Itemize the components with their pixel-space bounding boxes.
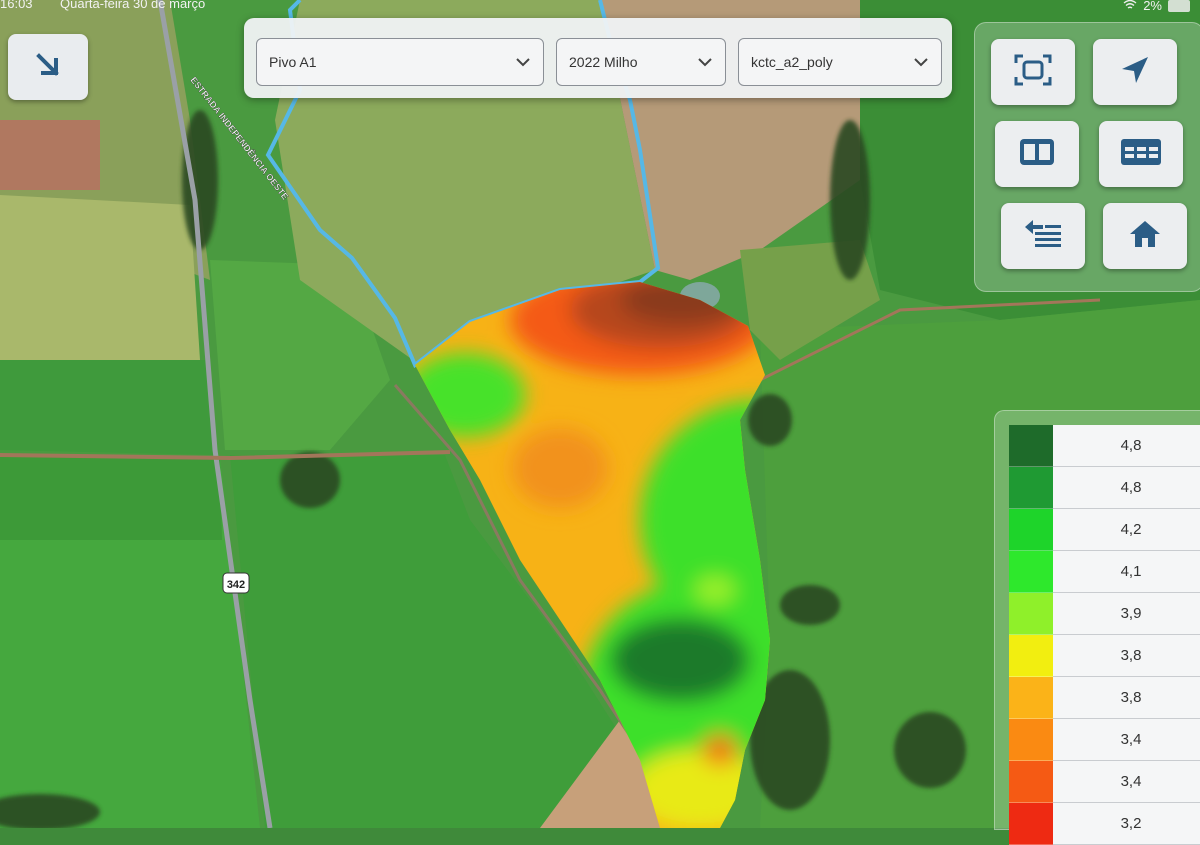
legend-value: 4,8: [1053, 467, 1200, 509]
legend-swatch: [1009, 803, 1053, 845]
legend-swatch: [1009, 593, 1053, 635]
legend-swatch: [1009, 551, 1053, 593]
legend-row: 4,8: [1009, 467, 1200, 509]
legend-swatch: [1009, 509, 1053, 551]
map-tools-panel: [974, 22, 1200, 292]
legend-row: 3,2: [1009, 803, 1200, 845]
legend-value: 3,8: [1053, 635, 1200, 677]
battery-icon: [1168, 0, 1190, 12]
svg-text:342: 342: [227, 579, 245, 591]
legend-row: 3,8: [1009, 635, 1200, 677]
home-button[interactable]: [1103, 203, 1187, 269]
legend-row: 4,1: [1009, 551, 1200, 593]
legend-row: 4,8: [1009, 425, 1200, 467]
table-icon: [1119, 136, 1163, 173]
table-view-button[interactable]: [1099, 121, 1183, 187]
season-select-value: 2022 Milho: [569, 54, 638, 70]
legend-row: 3,4: [1009, 719, 1200, 761]
legend-swatch: [1009, 719, 1053, 761]
legend-swatch: [1009, 635, 1053, 677]
legend-swatch: [1009, 761, 1053, 803]
legend-value: 4,1: [1053, 551, 1200, 593]
legend-swatch: [1009, 467, 1053, 509]
layers-list-icon: [1021, 217, 1065, 256]
split-view-button[interactable]: [995, 121, 1079, 187]
field-select-value: Pivo A1: [269, 54, 317, 70]
chevron-down-icon: [913, 54, 929, 70]
layer-select-value: kctc_a2_poly: [751, 54, 833, 70]
home-icon: [1127, 218, 1163, 255]
legend-value: 4,2: [1053, 509, 1200, 551]
status-bar: 16:03 Quarta-feira 30 de março 2%: [0, 0, 1200, 14]
fit-screen-icon: [1013, 53, 1053, 92]
chevron-down-icon: [697, 54, 713, 70]
legend-value: 3,9: [1053, 593, 1200, 635]
legend-row: 3,8: [1009, 677, 1200, 719]
field-select[interactable]: Pivo A1: [256, 38, 544, 86]
legend-swatch: [1009, 425, 1053, 467]
layer-select[interactable]: kctc_a2_poly: [738, 38, 942, 86]
road-shield: 342: [222, 572, 250, 594]
layers-list-button[interactable]: [1001, 203, 1085, 269]
legend-row: 4,2: [1009, 509, 1200, 551]
legend-row: 3,9: [1009, 593, 1200, 635]
legend-value: 3,8: [1053, 677, 1200, 719]
legend-value: 3,4: [1053, 761, 1200, 803]
navigation-arrow-icon: [1118, 53, 1152, 92]
legend-value: 4,8: [1053, 425, 1200, 467]
collapse-panel-button[interactable]: [8, 34, 88, 100]
clock: 16:03: [0, 0, 33, 11]
arrow-down-right-icon: [34, 51, 62, 84]
season-select[interactable]: 2022 Milho: [556, 38, 726, 86]
locate-button[interactable]: [1093, 39, 1177, 105]
legend-panel: 4,8 4,8 4,2 4,1 3,9 3,8 3,8 3,4 3,4 3,2: [994, 410, 1200, 845]
selection-toolbar: Pivo A1 2022 Milho kctc_a2_poly: [244, 18, 952, 98]
wifi-icon: [1123, 0, 1137, 13]
battery-percent: 2%: [1143, 0, 1162, 13]
split-view-icon: [1017, 136, 1057, 173]
chevron-down-icon: [515, 54, 531, 70]
legend-row: 3,4: [1009, 761, 1200, 803]
date: Quarta-feira 30 de março: [60, 0, 206, 11]
fit-screen-button[interactable]: [991, 39, 1075, 105]
legend-value: 3,2: [1053, 803, 1200, 845]
legend-value: 3,4: [1053, 719, 1200, 761]
legend-swatch: [1009, 677, 1053, 719]
